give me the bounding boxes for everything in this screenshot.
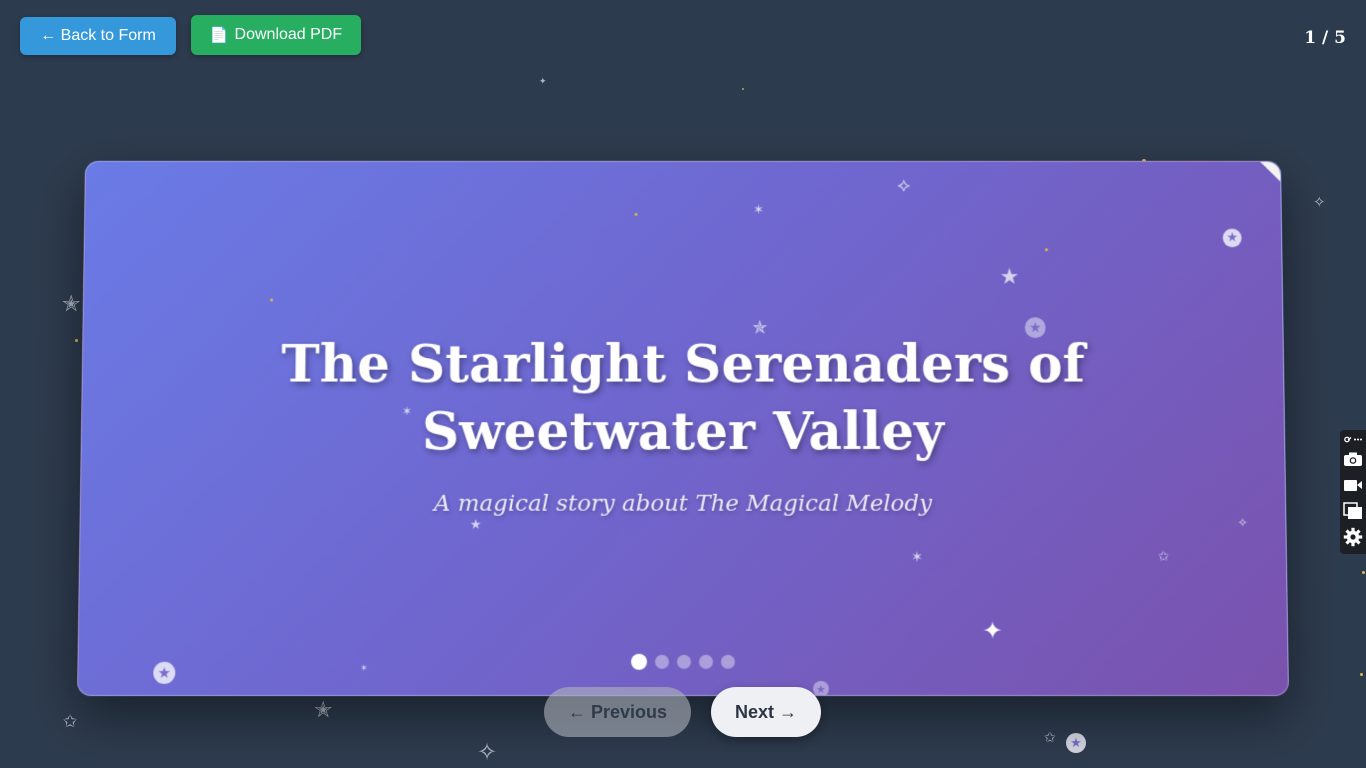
star-icon: ★ xyxy=(999,265,1020,290)
star-icon: ★ xyxy=(1066,733,1086,753)
page-indicator xyxy=(78,653,1287,670)
story-page-card: ⟡ ✶ ★ ★ ✯ ★ ✶ ★ ✧ ✶ ✩ ✦ ★ ✶ ★ The Starli… xyxy=(77,160,1289,696)
star-icon: ⟡ xyxy=(897,172,911,197)
download-pdf-label: Download PDF xyxy=(234,26,343,43)
link-icon[interactable] xyxy=(1342,432,1364,446)
star-icon: ✶ xyxy=(753,203,764,218)
star-icon: ✩ xyxy=(1158,549,1170,565)
back-to-form-label: ← Back to Form xyxy=(40,27,156,44)
star-icon: ✶ xyxy=(911,549,923,566)
story-title: The Starlight Serenaders of Sweetwater V… xyxy=(280,334,1085,462)
star-icon: ✭ xyxy=(314,698,333,723)
settings-icon[interactable] xyxy=(1342,524,1364,550)
story-subtitle: A magical story about The Magical Melody xyxy=(433,490,933,517)
previous-label: ← Previous xyxy=(567,701,668,722)
sparkle-dot xyxy=(634,212,638,216)
side-toolbar xyxy=(1340,430,1366,554)
star-icon: ✩ xyxy=(1044,730,1056,746)
star-icon: ✧ xyxy=(1313,193,1326,211)
page-dot-1[interactable] xyxy=(631,653,648,670)
next-label: Next → xyxy=(734,701,797,722)
sparkle-dot xyxy=(270,298,274,302)
next-page-button[interactable]: Next → xyxy=(711,687,821,737)
star-icon: ✦ xyxy=(539,77,547,87)
video-icon[interactable] xyxy=(1342,472,1364,498)
sparkle-dot xyxy=(742,88,744,90)
star-icon: ✦ xyxy=(982,616,1003,645)
camera-icon[interactable] xyxy=(1342,446,1364,472)
download-pdf-button[interactable]: 📄 Download PDF xyxy=(191,15,361,55)
star-icon: ★ xyxy=(1222,228,1242,248)
back-to-form-button[interactable]: ← Back to Form xyxy=(20,17,176,55)
copy-icon[interactable] xyxy=(1342,498,1364,524)
page-dot-4[interactable] xyxy=(698,654,713,669)
page-counter: 1 / 5 xyxy=(1304,28,1346,48)
sparkle-dot xyxy=(1044,248,1048,252)
page-curl-corner[interactable] xyxy=(1260,161,1281,182)
star-icon: ★ xyxy=(812,680,830,696)
sparkle-dot xyxy=(1362,571,1365,574)
previous-page-button[interactable]: ← Previous xyxy=(544,687,691,737)
document-icon: 📄 xyxy=(209,27,229,44)
star-icon: ✧ xyxy=(477,738,498,766)
sparkle-dot xyxy=(1360,673,1363,676)
page-dot-5[interactable] xyxy=(720,654,735,669)
story-page: ⟡ ✶ ★ ★ ✯ ★ ✶ ★ ✧ ✶ ✩ ✦ ★ ✶ ★ The Starli… xyxy=(77,157,1289,696)
page-dot-3[interactable] xyxy=(677,654,691,669)
star-icon: ✩ xyxy=(63,712,78,732)
star-icon: ✧ xyxy=(1237,515,1248,530)
star-icon: ★ xyxy=(469,517,482,533)
page-dot-2[interactable] xyxy=(655,654,670,669)
